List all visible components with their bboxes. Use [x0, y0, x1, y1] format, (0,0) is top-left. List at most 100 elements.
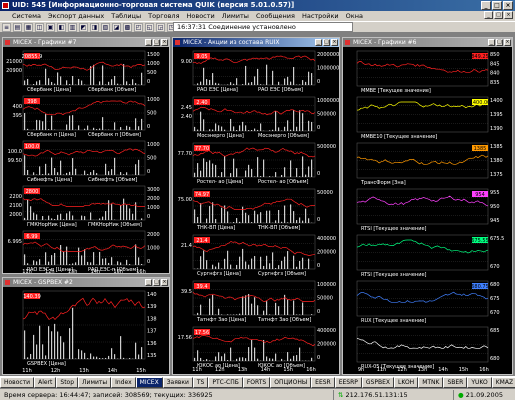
chart-canvas[interactable]: 849.25 850 845 840 835 MMBE [Текущее значение…	[343, 47, 512, 374]
maximize-button[interactable]: □	[153, 279, 160, 286]
toolbar-button-10[interactable]: ◪	[112, 22, 121, 32]
tab-16[interactable]: SBER	[443, 377, 468, 388]
close-button[interactable]: ×	[504, 39, 511, 46]
chart-canvas[interactable]: 140.39 140 139 138 137 136 135 GSPBEX [Цена]11h…	[3, 287, 169, 374]
chart-window-w2[interactable]: MICEX - GSPBEX #2 _ □ × 140.39 140 139 138 137 13…	[2, 277, 170, 375]
tab-6[interactable]: Заявки	[162, 377, 193, 388]
tab-4[interactable]: Index	[111, 377, 136, 388]
menu-export[interactable]: Экспорт данных	[48, 12, 104, 20]
volume-bar	[39, 259, 41, 265]
minimize-button[interactable]: _	[481, 1, 491, 10]
chart-window-w1[interactable]: MICEX - Графики #7 _ □ × 20855.9 1500 1000 500 0…	[2, 37, 170, 274]
chart-window-title-bar[interactable]: MICEX - GSPBEX #2 _ □ ×	[3, 278, 169, 287]
close-button[interactable]: ×	[331, 39, 338, 46]
minimize-button[interactable]: _	[145, 279, 152, 286]
toolbar-button-12[interactable]: ◰	[134, 22, 143, 32]
volume-bar	[248, 82, 250, 85]
minimize-button[interactable]: _	[488, 39, 495, 46]
menu-windows[interactable]: Окна	[346, 12, 363, 20]
toolbar-button-14[interactable]: ◲	[156, 22, 165, 32]
volume-bar	[281, 260, 283, 269]
toolbar-button-9[interactable]: ▧	[101, 22, 110, 32]
maximize-button[interactable]: □	[496, 39, 503, 46]
volume-bar	[215, 219, 217, 223]
tab-14[interactable]: LKOH	[394, 377, 419, 388]
volume-bar	[45, 163, 47, 175]
volume-bar	[272, 129, 274, 131]
chart-canvas[interactable]: 20855.9 1500100050002100020900Сбербанк [Ц…	[3, 47, 169, 273]
toolbar-button-6[interactable]: ▥	[68, 22, 77, 32]
minimize-button[interactable]: _	[315, 39, 322, 46]
tab-3[interactable]: Лимиты	[78, 377, 112, 388]
tab-1[interactable]: Alert	[34, 377, 57, 388]
tab-10[interactable]: ОПЦИОНЫ	[270, 377, 312, 388]
chart-panel: 6.99 2000100006.995РАО ЕЭС-п [Цена] РАО ЕЭ…	[8, 230, 160, 273]
toolbar-button-0[interactable]: ≡	[2, 22, 11, 32]
toolbar-button-5[interactable]: ◧	[57, 22, 66, 32]
mdi-close-button[interactable]: ×	[504, 11, 513, 19]
volume-bar	[239, 221, 241, 223]
tab-15[interactable]: MTNK	[418, 377, 444, 388]
y-tick-label: 50000	[317, 296, 333, 302]
volume-bar	[290, 160, 292, 177]
menu-limits[interactable]: Лимиты	[222, 12, 249, 20]
window-title: UID: 545 [Информационно-торговая система…	[12, 1, 295, 9]
network-icon: ⇅	[338, 390, 346, 399]
volume-bar	[96, 173, 98, 175]
menu-trade[interactable]: Торговля	[148, 12, 179, 20]
chart-window-w4[interactable]: MICEX - Графики #6 _ □ × 849.25 850 845 840 835 M…	[342, 37, 513, 375]
tab-12[interactable]: EESRP	[334, 377, 362, 388]
toolbar-button-4[interactable]: ▣	[46, 22, 55, 32]
maximize-button[interactable]: □	[323, 39, 330, 46]
volume-bar	[60, 244, 62, 265]
chart-window-w3[interactable]: MICEX - Акции из состава RUIX _ □ × 9.05 2000…	[172, 37, 340, 375]
panel-frame	[356, 142, 489, 179]
volume-bar	[72, 307, 74, 359]
tab-9[interactable]: FORTS	[242, 377, 271, 388]
tab-11[interactable]: EESR	[311, 377, 335, 388]
mdi-restore-button[interactable]: □	[494, 11, 503, 19]
menu-news[interactable]: Новости	[187, 12, 215, 20]
close-button[interactable]: ×	[503, 1, 513, 10]
maximize-button[interactable]: □	[153, 39, 160, 46]
close-button[interactable]: ×	[161, 279, 168, 286]
tab-5[interactable]: MICEX	[135, 377, 163, 388]
menu-settings[interactable]: Настройки	[302, 12, 339, 20]
toolbar-button-1[interactable]: ▤	[13, 22, 22, 32]
toolbar-button-13[interactable]: ◱	[145, 22, 154, 32]
maximize-button[interactable]: □	[492, 1, 502, 10]
y-tick-label: 1000	[147, 61, 160, 67]
menu-system[interactable]: Система	[12, 12, 41, 20]
title-bar[interactable]: UID: 545 [Информационно-торговая система…	[0, 0, 515, 11]
tab-2[interactable]: Stop	[56, 377, 79, 388]
volume-bar	[84, 249, 86, 265]
tab-7[interactable]: TS	[192, 377, 209, 388]
menu-messages[interactable]: Сообщения	[256, 12, 295, 20]
chart-window-title-bar[interactable]: MICEX - Графики #7 _ □ ×	[3, 38, 169, 47]
close-button[interactable]: ×	[161, 39, 168, 46]
tab-18[interactable]: KMAZ	[491, 377, 515, 388]
volume-bar	[90, 262, 92, 265]
tab-13[interactable]: GSPBEX	[361, 377, 394, 388]
toolbar-button-7[interactable]: ◩	[79, 22, 88, 32]
toolbar-button-11[interactable]: ▩	[123, 22, 132, 32]
menu-tables[interactable]: Таблицы	[111, 12, 141, 20]
time-axis-label: 14h	[108, 368, 118, 374]
mdi-minimize-button[interactable]: _	[484, 11, 493, 19]
tab-17[interactable]: YUKO	[467, 377, 492, 388]
toolbar-button-3[interactable]: ◫	[35, 22, 44, 32]
tab-0[interactable]: Новости	[0, 377, 35, 388]
volume-bar	[126, 172, 128, 175]
chart-canvas[interactable]: 9.05200000001000000009.00РАО ЕЭС [Цена]Р…	[173, 47, 339, 374]
connection-status-field[interactable]: 16:37:31 Соединение установлено	[173, 22, 353, 32]
chart-window-title-bar[interactable]: MICEX - Графики #6 _ □ ×	[343, 38, 512, 47]
chart-window-title-bar[interactable]: MICEX - Акции из состава RUIX _ □ ×	[173, 38, 339, 47]
mdi-workspace: MICEX - Графики #7 _ □ × 20855.9 1500 1000 500 0…	[0, 33, 515, 376]
tab-8[interactable]: РТС-СПБ	[208, 377, 243, 388]
minimize-button[interactable]: _	[145, 39, 152, 46]
toolbar-button-2[interactable]: ▦	[24, 22, 33, 32]
toolbar-button-8[interactable]: ◨	[90, 22, 99, 32]
volume-bar	[194, 209, 196, 223]
volume-bar	[257, 358, 259, 361]
volume-bar	[263, 339, 265, 361]
